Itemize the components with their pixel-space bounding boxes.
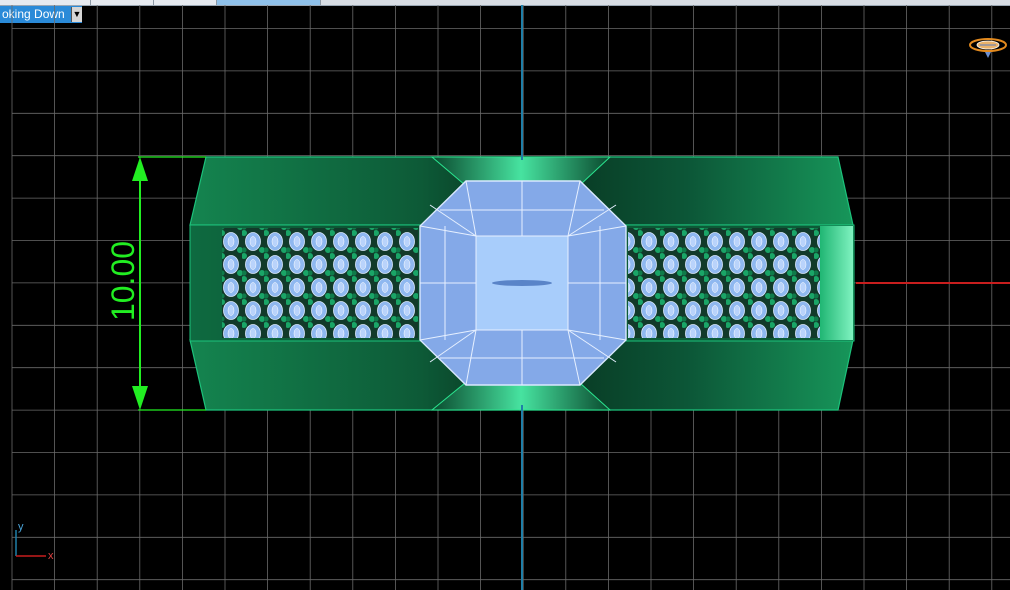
axis-indicator-y-label: y (18, 521, 24, 533)
ring-top-view (189, 156, 855, 411)
cad-viewport[interactable]: oking Down ▼ 10.00 y x (0, 0, 1010, 590)
right-end-face (820, 226, 853, 340)
right-pave-stones (628, 228, 820, 338)
axis-indicator-x-label: x (48, 550, 54, 562)
scene-canvas[interactable]: 10.00 y x (0, 0, 1010, 590)
left-pave-stones (222, 228, 418, 338)
dimension-arrow-down (132, 386, 148, 410)
dimension-value: 10.00 (105, 241, 141, 321)
view-cube-icon[interactable] (969, 38, 1007, 58)
gem-culet-line (492, 280, 552, 286)
axis-indicator: y x (15, 521, 54, 562)
dimension-arrow-up (132, 157, 148, 181)
